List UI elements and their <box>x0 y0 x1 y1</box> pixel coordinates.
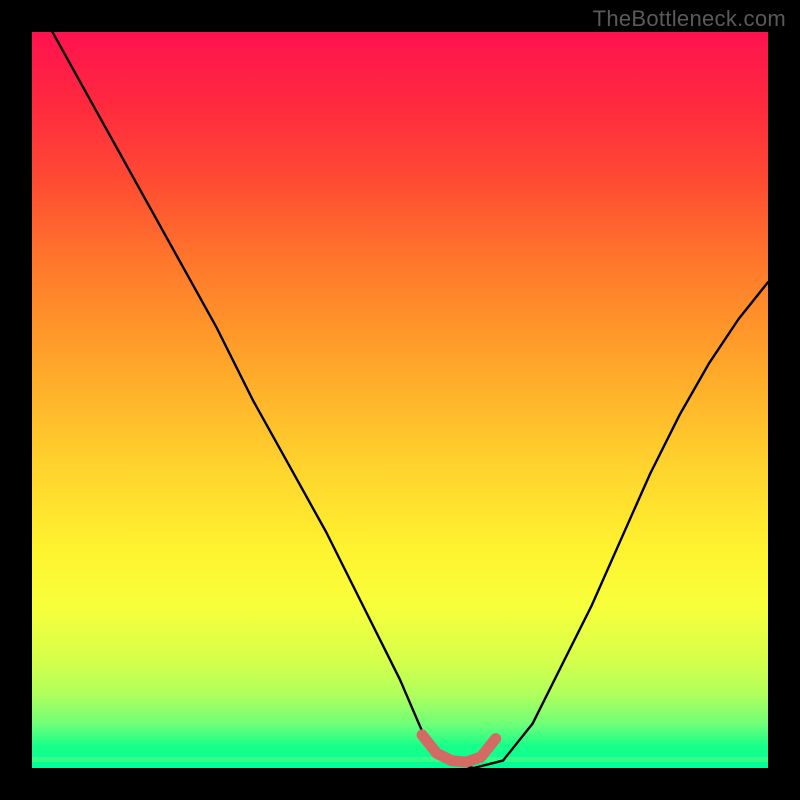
chart-frame: TheBottleneck.com <box>0 0 800 800</box>
plot-area <box>32 32 768 768</box>
optimal-range-marker <box>422 735 496 762</box>
watermark-text: TheBottleneck.com <box>593 6 786 32</box>
bottleneck-curve <box>32 32 768 768</box>
curve-layer <box>32 32 768 768</box>
